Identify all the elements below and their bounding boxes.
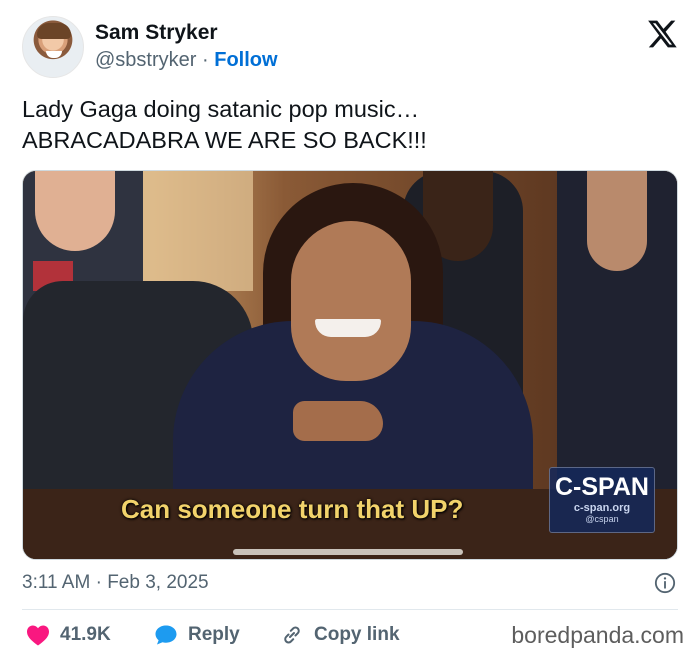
tweet-header: Sam Stryker @sbstryker · Follow <box>22 16 682 78</box>
speech-bubble-icon <box>155 625 177 645</box>
tweet-timestamp[interactable]: 3:11 AM · Feb 3, 2025 <box>22 572 209 594</box>
tweet-text-line: ABRACADABRA WE ARE SO BACK!!! <box>22 127 427 153</box>
pointing-hand <box>293 401 383 441</box>
avatar[interactable] <box>22 16 84 78</box>
copy-link-button[interactable]: Copy link <box>280 620 400 650</box>
handle-separator: · <box>202 49 209 71</box>
author-handle-line: @sbstryker · Follow <box>95 49 278 72</box>
follow-link[interactable]: Follow <box>214 49 277 71</box>
tweet-text: Lady Gaga doing satanic pop music… ABRAC… <box>22 94 682 156</box>
x-logo-icon[interactable] <box>646 18 678 50</box>
author-handle[interactable]: @sbstryker <box>95 49 196 71</box>
copy-link-label: Copy link <box>314 624 400 645</box>
tweet-text-line: Lady Gaga doing satanic pop music… <box>22 96 420 122</box>
network-handle: @cspan <box>585 514 619 524</box>
like-button[interactable]: 41.9K <box>26 620 111 650</box>
divider <box>22 609 678 610</box>
info-icon[interactable] <box>654 572 676 594</box>
network-logo-badge: C-SPAN c-span.org @cspan <box>549 467 655 533</box>
reply-button[interactable]: Reply <box>154 620 240 650</box>
tweet-time: 3:11 AM <box>22 572 91 593</box>
reply-label: Reply <box>188 624 240 645</box>
like-count: 41.9K <box>60 624 111 645</box>
video-caption: Can someone turn that UP? <box>121 494 464 524</box>
author-name[interactable]: Sam Stryker <box>95 21 218 45</box>
link-icon <box>284 626 300 644</box>
network-url: c-span.org <box>573 502 631 514</box>
timestamp-separator: · <box>95 572 102 593</box>
heart-icon <box>27 625 49 646</box>
tweet-media[interactable]: Can someone turn that UP? C-SPAN c-span.… <box>22 170 678 560</box>
watermark: boredpanda.com <box>511 622 684 648</box>
speaker-face <box>291 221 411 381</box>
tweet-date: Feb 3, 2025 <box>107 572 209 593</box>
network-logo: C-SPAN <box>555 473 649 501</box>
